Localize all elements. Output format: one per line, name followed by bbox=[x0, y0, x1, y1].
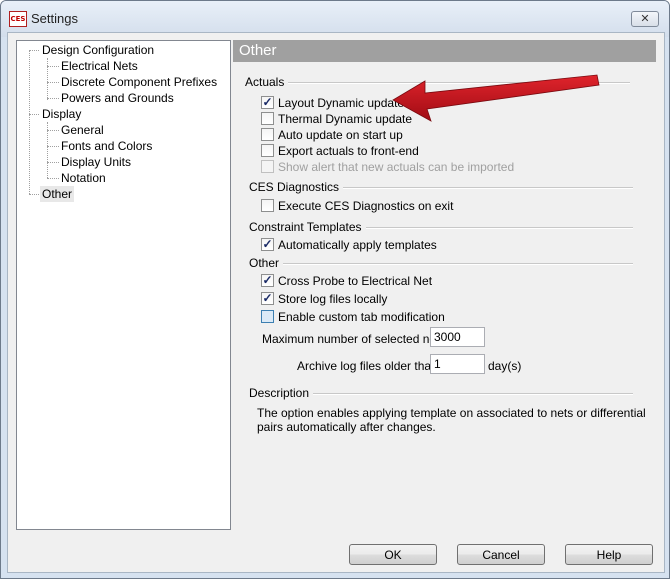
option-label: Automatically apply templates bbox=[278, 238, 437, 252]
max-nets-input[interactable]: 3000 bbox=[430, 327, 485, 347]
archive-days-input[interactable]: 1 bbox=[430, 354, 485, 374]
option-label: Execute CES Diagnostics on exit bbox=[278, 199, 454, 213]
option-label: Export actuals to front-end bbox=[278, 144, 419, 158]
tree-item-notation[interactable]: Notation bbox=[59, 170, 108, 186]
group-label-other: Other bbox=[249, 256, 284, 270]
archive-unit-label: day(s) bbox=[488, 359, 522, 373]
tree-item-design-configuration[interactable]: Design Configuration bbox=[40, 42, 156, 58]
tree-connector bbox=[47, 146, 59, 147]
settings-tree[interactable]: Design Configuration Electrical Nets Dis… bbox=[16, 40, 231, 530]
tree-item-fonts-and-colors[interactable]: Fonts and Colors bbox=[59, 138, 154, 154]
checkbox[interactable] bbox=[261, 128, 274, 141]
ces-app-icon: CES bbox=[9, 11, 27, 27]
tree-connector bbox=[47, 98, 59, 99]
option-label: Auto update on start up bbox=[278, 128, 403, 142]
tree-connector bbox=[29, 50, 39, 51]
group-label-constraint-templates: Constraint Templates bbox=[249, 220, 366, 234]
group-label-ces-diagnostics: CES Diagnostics bbox=[249, 180, 344, 194]
archive-log-label: Archive log files older than: bbox=[297, 359, 442, 373]
tree-connector bbox=[29, 114, 39, 115]
checkbox[interactable] bbox=[261, 290, 274, 306]
checkbox[interactable] bbox=[261, 310, 274, 323]
tree-item-display[interactable]: Display bbox=[40, 106, 83, 122]
tree-item-discrete-component-prefixes[interactable]: Discrete Component Prefixes bbox=[59, 74, 219, 90]
checkbox[interactable] bbox=[261, 272, 274, 288]
group-label-description: Description bbox=[249, 386, 314, 400]
tree-connector bbox=[29, 50, 30, 194]
group-divider bbox=[249, 263, 633, 265]
group-divider bbox=[245, 82, 630, 84]
tree-connector bbox=[47, 178, 59, 179]
panel-title: Other bbox=[233, 40, 656, 62]
option-label: Thermal Dynamic update bbox=[278, 112, 413, 126]
ok-button[interactable]: OK bbox=[349, 544, 437, 565]
tree-connector bbox=[47, 82, 59, 83]
checkbox[interactable] bbox=[261, 144, 274, 157]
option-label: Layout Dynamic update bbox=[278, 96, 405, 110]
option-label: Show alert that new actuals can be impor… bbox=[278, 160, 515, 174]
tree-connector bbox=[47, 162, 59, 163]
tree-item-powers-and-grounds[interactable]: Powers and Grounds bbox=[59, 90, 176, 106]
option-label: Cross Probe to Electrical Net bbox=[278, 274, 433, 288]
option-label: Store log files locally bbox=[278, 292, 388, 306]
tree-connector bbox=[47, 66, 59, 67]
checkbox[interactable] bbox=[261, 236, 274, 252]
cancel-button[interactable]: Cancel bbox=[457, 544, 545, 565]
checkbox bbox=[261, 160, 274, 173]
tree-connector bbox=[29, 194, 39, 195]
tree-item-electrical-nets[interactable]: Electrical Nets bbox=[59, 58, 140, 74]
dialog-client-area: Design Configuration Electrical Nets Dis… bbox=[7, 32, 665, 573]
help-button[interactable]: Help bbox=[565, 544, 653, 565]
tree-connector bbox=[47, 130, 59, 131]
option-label: Enable custom tab modification bbox=[278, 310, 445, 324]
group-label-actuals: Actuals bbox=[245, 75, 289, 89]
tree-item-other[interactable]: Other bbox=[40, 186, 75, 202]
max-nets-label: Maximum number of selected nets: bbox=[262, 332, 449, 346]
description-text: The option enables applying template on … bbox=[257, 406, 646, 434]
close-button[interactable]: ✕ bbox=[631, 11, 659, 27]
window-title: Settings bbox=[31, 11, 78, 26]
tree-item-general[interactable]: General bbox=[59, 122, 106, 138]
checkbox[interactable] bbox=[261, 112, 274, 125]
tree-item-display-units[interactable]: Display Units bbox=[59, 154, 133, 170]
settings-window: CES Settings ✕ Design Configuration Elec… bbox=[0, 0, 670, 579]
checkbox[interactable] bbox=[261, 199, 274, 212]
checkbox[interactable] bbox=[261, 94, 274, 110]
tree-connector bbox=[47, 58, 48, 100]
